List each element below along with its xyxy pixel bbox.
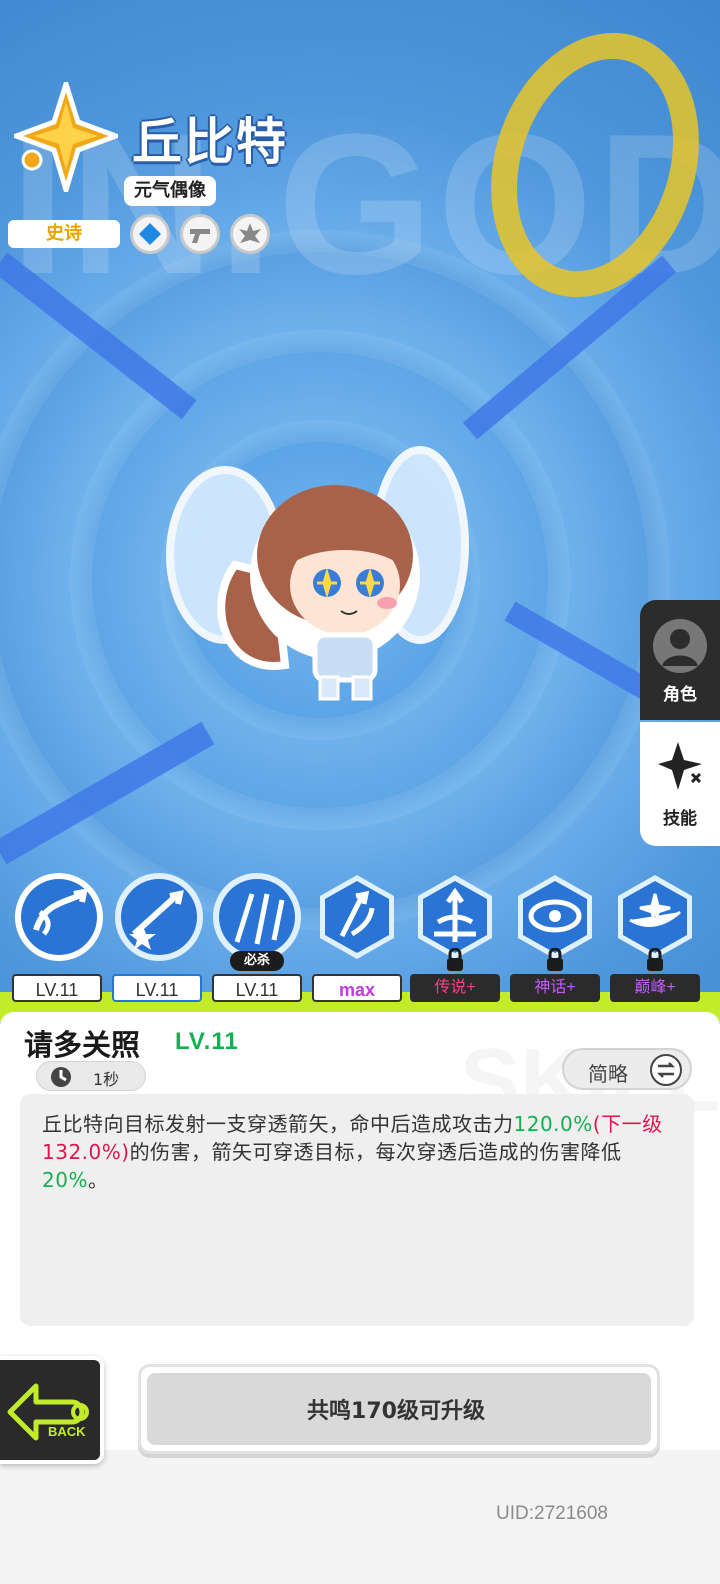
skill-level-badge: LV.11 bbox=[112, 974, 202, 1002]
star-shield-skill-icon[interactable] bbox=[114, 872, 204, 962]
simple-toggle-label: 简略 bbox=[588, 1062, 628, 1086]
lock-icon bbox=[647, 948, 663, 971]
lock-icon bbox=[447, 948, 463, 971]
bow-swirl-skill-icon[interactable] bbox=[14, 872, 104, 962]
desc-text: 丘比特向目标发射一支穿透箭矢，命中后造成攻击力 bbox=[42, 1112, 514, 1136]
skill-description-box: 丘比特向目标发射一支穿透箭矢，命中后造成攻击力120.0%(下一级132.0%)… bbox=[20, 1094, 694, 1326]
skill-level-badge: max bbox=[312, 974, 402, 1002]
cooldown-icon bbox=[51, 1067, 71, 1087]
tab-role[interactable]: 角色 bbox=[640, 600, 720, 720]
swap-icon bbox=[650, 1054, 682, 1086]
avatar-icon bbox=[653, 619, 707, 673]
upgrade-button[interactable]: 共鸣170级可升级 bbox=[138, 1364, 660, 1454]
ultimate-tag: 必杀 bbox=[230, 951, 284, 971]
upgrade-label: 共鸣170级可升级 bbox=[307, 1399, 485, 1424]
desc-text: 的伤害，箭矢可穿透目标，每次穿透后造成的伤害降低 bbox=[129, 1140, 622, 1164]
bottom-background bbox=[0, 1450, 720, 1584]
hero-character-sprite bbox=[166, 446, 469, 701]
gun-trait-icon[interactable] bbox=[180, 214, 220, 254]
skill-description: 丘比特向目标发射一支穿透箭矢，命中后造成攻击力120.0%(下一级132.0%)… bbox=[42, 1110, 682, 1194]
epic-star-icon bbox=[14, 82, 118, 192]
back-label: BACK bbox=[48, 1424, 86, 1439]
cooldown-badge: 1秒 bbox=[36, 1061, 146, 1091]
rarity-badge: 史诗 bbox=[8, 220, 120, 248]
skill-level-badge: 传说+ bbox=[410, 974, 500, 1002]
arrow-wave-skill-icon[interactable] bbox=[312, 872, 402, 962]
arrow-rain-skill-icon[interactable] bbox=[212, 872, 302, 962]
skill-level-badge: LV.11 bbox=[212, 974, 302, 1002]
skill-level-badge: 神话+ bbox=[510, 974, 600, 1002]
tab-skill-label: 技能 bbox=[663, 809, 697, 829]
simple-toggle-button[interactable]: 简略 bbox=[562, 1048, 692, 1090]
desc-damage-value: 120.0% bbox=[513, 1112, 593, 1136]
desc-reduce-value: 20% bbox=[42, 1168, 88, 1192]
skill-level-badge: 巅峰+ bbox=[610, 974, 700, 1002]
cross-trait-icon[interactable] bbox=[130, 214, 170, 254]
lock-icon bbox=[547, 948, 563, 971]
skill-name: 请多关照 bbox=[24, 1028, 141, 1062]
skill-level-badge: LV.11 bbox=[12, 974, 102, 1002]
sparkle-icon bbox=[658, 742, 702, 790]
hero-title: 元气偶像 bbox=[124, 176, 216, 206]
tab-skill[interactable]: 技能 bbox=[640, 722, 720, 846]
back-button[interactable]: BACK bbox=[0, 1356, 104, 1464]
cooldown-value: 1秒 bbox=[93, 1070, 120, 1089]
tab-role-label: 角色 bbox=[663, 685, 697, 705]
hero-name: 丘比特 bbox=[132, 113, 288, 171]
desc-text: 。 bbox=[87, 1168, 109, 1192]
skill-level: LV.11 bbox=[175, 1028, 239, 1055]
uid-label: UID:2721608 bbox=[496, 1503, 608, 1524]
burst-trait-icon[interactable] bbox=[230, 214, 270, 254]
